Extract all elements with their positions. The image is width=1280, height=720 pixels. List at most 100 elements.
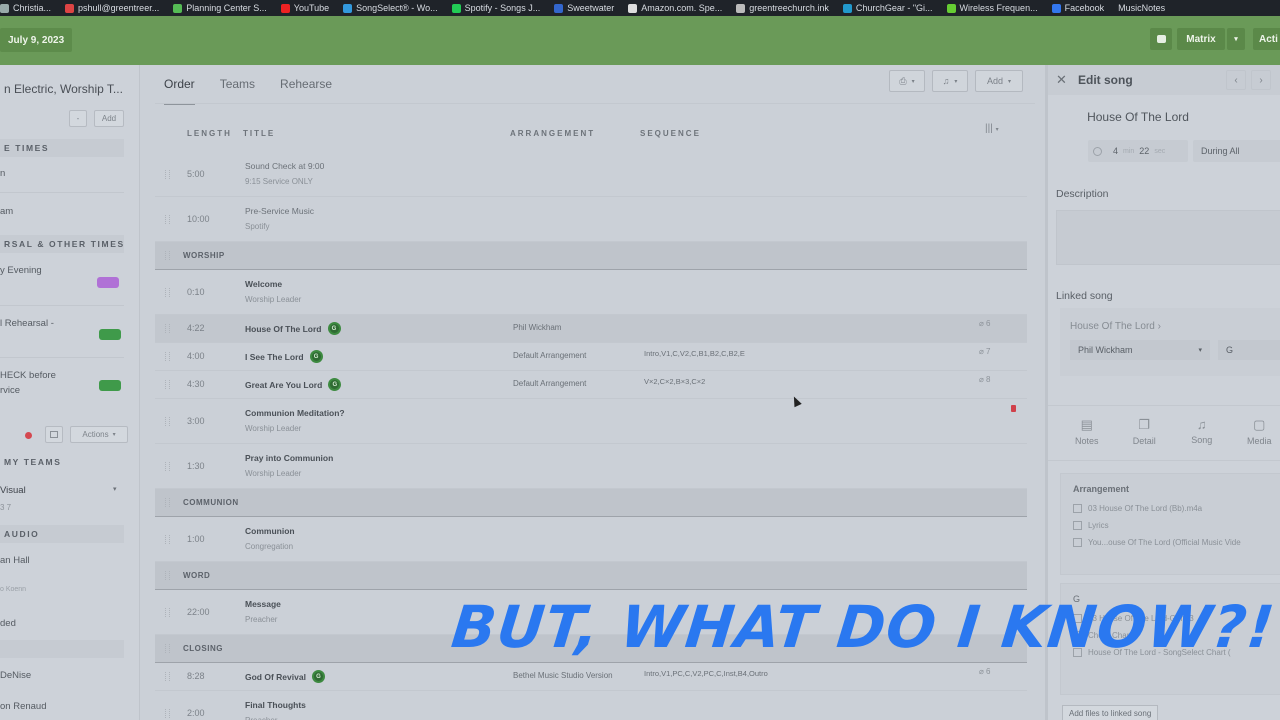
item-title[interactable]: Communion <box>245 526 295 536</box>
bookmark-item[interactable]: Facebook <box>1051 3 1104 13</box>
bookmark-item[interactable]: Sweetwater <box>554 3 614 13</box>
close-icon[interactable]: ✕ <box>1056 72 1067 88</box>
drag-handle-icon[interactable] <box>165 708 170 718</box>
actions-button[interactable]: Acti <box>1253 28 1280 50</box>
rehearsal-item[interactable]: y Evening <box>0 265 42 276</box>
print-button[interactable] <box>1150 28 1172 50</box>
tab-order[interactable]: Order <box>164 77 195 105</box>
team-member[interactable]: DeNise <box>0 670 31 681</box>
tab-media[interactable]: ▢ Media <box>1231 417 1280 446</box>
plan-date-button[interactable]: July 9, 2023 <box>0 28 73 52</box>
song-item-row[interactable]: 4:30 Great Are You Lord G Default Arrangeme… <box>155 371 1027 399</box>
song-item-row[interactable]: 4:00 I See The Lord G Default Arrangement In… <box>155 343 1027 371</box>
item-title[interactable]: House Of The Lord G <box>245 322 341 335</box>
sidebar-actions-button[interactable]: Actions ▾ <box>70 426 128 443</box>
bookmark-item[interactable]: MusicNotes <box>1118 3 1165 13</box>
bookmark-item[interactable]: ChurchGear - "Gi... <box>842 3 933 13</box>
item-title[interactable]: Communion Meditation? <box>245 408 345 418</box>
rehearsal-item[interactable]: HECK before <box>0 370 56 381</box>
bookmark-item[interactable]: Wireless Frequen... <box>946 3 1038 13</box>
timing-select[interactable]: During All <box>1193 140 1280 162</box>
plan-item-row[interactable]: 1:30 Pray into Communion Worship Leader <box>155 444 1027 489</box>
bookmark-item[interactable]: Christia... <box>0 3 51 13</box>
rehearsal-item[interactable]: l Rehearsal - <box>0 318 54 329</box>
attachments-count[interactable]: ⌀ 7 <box>979 347 991 356</box>
bookmark-item[interactable]: Spotify - Songs J... <box>451 3 540 13</box>
drag-handle-icon[interactable] <box>165 571 170 580</box>
drag-handle-icon[interactable] <box>165 214 170 224</box>
attachment-file[interactable]: Lyrics <box>1061 517 1280 534</box>
duration-field[interactable]: 4 min 22 sec <box>1088 140 1188 162</box>
drag-handle-icon[interactable] <box>165 461 170 471</box>
drag-handle-icon[interactable] <box>165 380 170 389</box>
attachment-file[interactable]: 03 House Of The Lord (Bb).m4a <box>1061 500 1280 517</box>
attachments-count[interactable]: ⌀ 6 <box>979 667 991 676</box>
team-member[interactable]: ded <box>0 618 16 629</box>
team-member[interactable]: on Renaud <box>0 701 46 712</box>
drag-handle-icon[interactable] <box>165 416 170 426</box>
minutes-input[interactable]: 4 <box>1113 146 1118 156</box>
item-title[interactable]: I See The Lord G <box>245 350 323 363</box>
bookmark-item[interactable]: pshull@greentreer... <box>65 3 159 13</box>
calendar-button[interactable] <box>45 426 63 443</box>
service-time-item[interactable]: am <box>0 206 13 217</box>
attachments-count[interactable]: ⌀ 8 <box>979 375 991 384</box>
team-member[interactable]: an Hall <box>0 555 30 566</box>
bookmark-item[interactable]: YouTube <box>280 3 329 13</box>
section-header[interactable]: WORSHIP <box>155 242 1027 270</box>
arrangement-select[interactable]: Phil Wickham ▾ <box>1070 340 1210 360</box>
tab-rehearse[interactable]: Rehearse <box>280 77 332 105</box>
item-title[interactable]: Great Are You Lord G <box>245 378 342 391</box>
chevron-down-icon[interactable]: ▾ <box>113 485 117 493</box>
item-title[interactable]: Final Thoughts <box>245 700 306 710</box>
attachments-count[interactable]: ⌀ 6 <box>979 319 991 328</box>
item-title[interactable]: Pray into Communion <box>245 453 333 463</box>
drag-handle-icon[interactable] <box>165 169 170 179</box>
add-item-button[interactable]: Add ▾ <box>975 70 1023 92</box>
plan-item-row[interactable]: 5:00 Sound Check at 9:00 9:15 Service ONLY <box>155 152 1027 197</box>
collapse-button[interactable]: - <box>69 110 87 127</box>
next-item-button[interactable]: › <box>1251 70 1271 90</box>
plan-item-row[interactable]: 1:00 Communion Congregation <box>155 517 1027 562</box>
tab-notes[interactable]: ▤ Notes <box>1058 417 1116 446</box>
plan-item-row[interactable]: 2:00 Final Thoughts Preacher <box>155 691 1027 720</box>
drag-handle-icon[interactable] <box>165 324 170 333</box>
linked-song-link[interactable]: House Of The Lord › <box>1070 321 1161 332</box>
drag-handle-icon[interactable] <box>165 534 170 544</box>
bookmark-item[interactable]: greentreechurch.ink <box>736 3 829 13</box>
plan-item-row[interactable]: 3:00 Communion Meditation? Worship Leader <box>155 399 1027 444</box>
item-title[interactable]: Welcome <box>245 279 282 289</box>
drag-handle-icon[interactable] <box>165 251 170 260</box>
description-textarea[interactable] <box>1056 210 1280 265</box>
matrix-button[interactable]: Matrix <box>1177 28 1225 50</box>
drag-handle-icon[interactable] <box>165 352 170 361</box>
item-title[interactable]: Pre-Service Music <box>245 206 314 216</box>
print-order-button[interactable]: ⎙ ▾ <box>889 70 925 92</box>
tab-teams[interactable]: Teams <box>220 77 255 105</box>
bookmark-item[interactable]: Planning Center S... <box>173 3 267 13</box>
column-settings-button[interactable]: ||| ▾ <box>985 123 999 134</box>
previous-item-button[interactable]: ‹ <box>1226 70 1246 90</box>
drag-handle-icon[interactable] <box>165 672 170 681</box>
item-title[interactable]: Message <box>245 599 281 609</box>
item-title[interactable]: Sound Check at 9:00 <box>245 161 324 171</box>
add-files-button[interactable]: Add files to linked song <box>1062 705 1159 720</box>
song-item-row[interactable]: 4:22 House Of The Lord G Phil Wickham ⌀ 6 <box>155 315 1027 343</box>
plan-item-row[interactable]: 10:00 Pre-Service Music Spotify <box>155 197 1027 242</box>
section-header[interactable]: COMMUNION <box>155 489 1027 517</box>
matrix-dropdown-button[interactable]: ▾ <box>1227 28 1245 50</box>
team-name[interactable]: Visual <box>0 485 26 496</box>
seconds-input[interactable]: 22 <box>1139 146 1149 156</box>
drag-handle-icon[interactable] <box>165 287 170 297</box>
key-select[interactable]: G <box>1218 340 1280 360</box>
song-item-row[interactable]: 8:28 God Of Revival G Bethel Music Studio V… <box>155 663 1027 691</box>
drag-handle-icon[interactable] <box>165 498 170 507</box>
bookmark-item[interactable]: Amazon.com. Spe... <box>628 3 722 13</box>
service-time-item[interactable]: n <box>0 168 5 179</box>
drag-handle-icon[interactable] <box>165 644 170 653</box>
tab-detail[interactable]: ❐ Detail <box>1116 417 1174 446</box>
item-title[interactable]: God Of Revival G <box>245 670 325 683</box>
attachment-file[interactable]: You...ouse Of The Lord (Official Music V… <box>1061 534 1280 551</box>
tab-song[interactable]: ♫ Song <box>1173 417 1231 446</box>
add-time-button[interactable]: Add <box>94 110 124 127</box>
